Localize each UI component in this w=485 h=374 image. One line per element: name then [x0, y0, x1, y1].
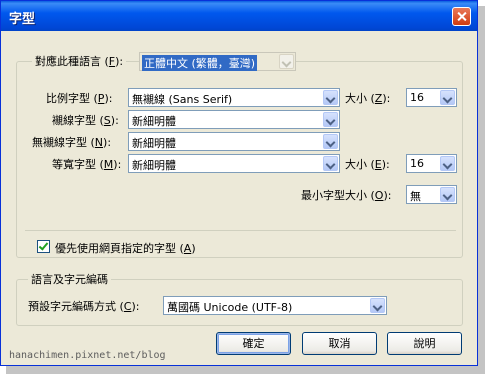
encoding-value: 萬國碼 Unicode (UTF-8): [167, 301, 293, 314]
proportional-size-label: 大小 (Z):: [345, 92, 391, 105]
language-label: 對應此種語言 (F):: [32, 53, 127, 69]
monospace-select[interactable]: 新細明體: [128, 154, 340, 173]
monospace-size-value: 16: [410, 157, 424, 170]
monospace-value: 新細明體: [132, 159, 176, 172]
monospace-label: 等寬字型 (M):: [52, 158, 122, 171]
encoding-group-title: 語言及字元編碼: [28, 271, 111, 287]
chevron-down-icon: [323, 134, 338, 149]
min-size-value: 無: [410, 190, 421, 203]
sans-serif-label: 無襯線字型 (N):: [32, 136, 112, 149]
help-button[interactable]: 說明: [387, 332, 462, 355]
fonts-dialog: 字型 對應此種語言 (F): 正體中文 (繁體，臺灣) 比例字型 (P): 無襯…: [0, 0, 478, 366]
sans-serif-select[interactable]: 新細明體: [128, 132, 340, 151]
language-select[interactable]: 正體中文 (繁體，臺灣): [139, 52, 296, 71]
min-size-label: 最小字型大小 (O):: [301, 189, 392, 202]
divider: [25, 230, 456, 231]
chevron-down-icon: [279, 54, 294, 69]
proportional-size-value: 16: [410, 91, 424, 104]
title-bar[interactable]: 字型: [1, 1, 477, 31]
dialog-title: 字型: [9, 12, 36, 27]
min-size-select[interactable]: 無: [406, 185, 457, 204]
chevron-down-icon: [440, 90, 455, 105]
serif-value: 新細明體: [132, 115, 176, 128]
serif-label: 襯線字型 (S):: [52, 114, 119, 127]
proportional-size-select[interactable]: 16: [406, 88, 457, 107]
encoding-select[interactable]: 萬國碼 Unicode (UTF-8): [163, 296, 387, 315]
encoding-label: 預設字元編碼方式 (C):: [28, 300, 140, 313]
ok-button[interactable]: 確定: [216, 332, 291, 355]
close-icon[interactable]: [452, 7, 471, 26]
serif-select[interactable]: 新細明體: [128, 110, 340, 129]
chevron-down-icon: [323, 112, 338, 127]
chevron-down-icon: [440, 187, 455, 202]
allow-pages-label[interactable]: 優先使用網頁指定的字型 (A): [55, 240, 196, 256]
chevron-down-icon: [323, 90, 338, 105]
chevron-down-icon: [370, 298, 385, 313]
language-value: 正體中文 (繁體，臺灣): [142, 55, 258, 71]
watermark-text: hanachimen.pixnet.net/blog: [9, 350, 166, 361]
cancel-button[interactable]: 取消: [302, 332, 377, 355]
sans-serif-value: 新細明體: [132, 137, 176, 150]
monospace-size-label: 大小 (E):: [345, 158, 390, 171]
proportional-value: 無襯線 (Sans Serif): [132, 93, 233, 106]
chevron-down-icon: [440, 156, 455, 171]
chevron-down-icon: [323, 156, 338, 171]
monospace-size-select[interactable]: 16: [406, 154, 457, 173]
proportional-select[interactable]: 無襯線 (Sans Serif): [128, 88, 340, 107]
allow-pages-checkbox[interactable]: [37, 240, 50, 253]
proportional-label: 比例字型 (P):: [46, 92, 113, 105]
